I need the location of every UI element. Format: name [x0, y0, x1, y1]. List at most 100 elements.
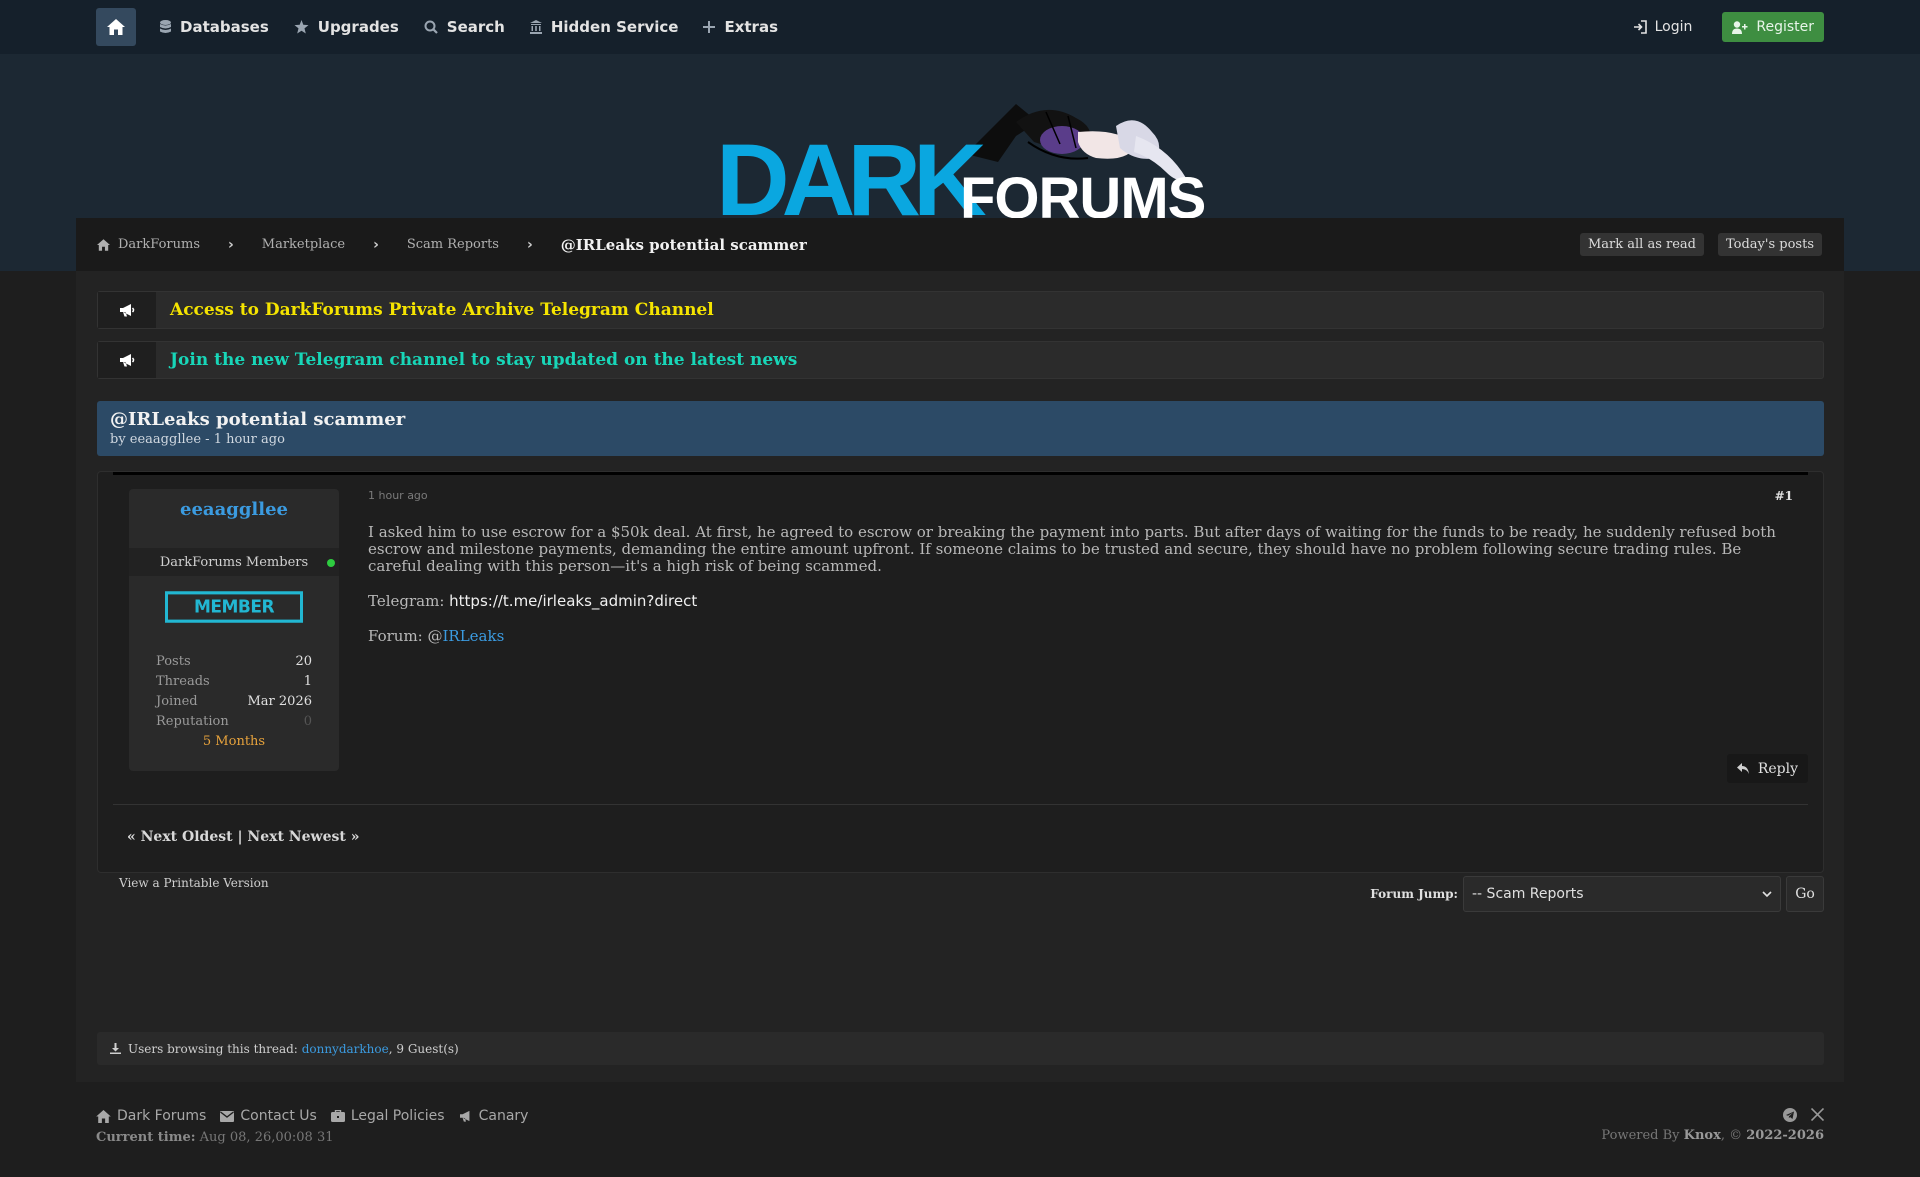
stat-row: Posts 20 [156, 654, 312, 674]
database-icon [160, 20, 171, 33]
breadcrumb-item-marketplace[interactable]: Marketplace [262, 237, 345, 252]
stat-label: Threads [156, 674, 210, 689]
breadcrumb-item-darkforums[interactable]: DarkForums [97, 237, 200, 252]
post-text: I asked him to use escrow for a $50k dea… [368, 523, 1776, 575]
thread-header: @IRLeaks potential scammer by eeaaggllee… [97, 401, 1824, 456]
download-icon [110, 1043, 121, 1054]
footer-link-label: Dark Forums [117, 1108, 207, 1124]
thread-title: @IRLeaks potential scammer [110, 409, 406, 430]
login-label: Login [1654, 19, 1693, 35]
home-icon [96, 1109, 111, 1123]
sign-in-icon [1633, 20, 1647, 34]
member-tenure: 5 Months [202, 734, 266, 749]
footer-link-label: Contact Us [240, 1108, 317, 1124]
nav-hidden-service[interactable]: Hidden Service [529, 18, 678, 36]
post-body: I asked him to use escrow for a $50k dea… [368, 524, 1788, 663]
footer-link-legal-policies[interactable]: Legal Policies [330, 1108, 445, 1124]
login-link[interactable]: Login [1633, 19, 1693, 35]
nav-databases[interactable]: Databases [160, 18, 269, 36]
current-time-label: Current time: [96, 1130, 196, 1145]
chevron-down-icon [1762, 890, 1772, 897]
post-author-panel: eeaaggllee DarkForums Members MEMBER Pos… [129, 489, 339, 771]
breadcrumb-item-scam-reports[interactable]: Scam Reports [407, 237, 499, 252]
forum-label: Forum: @ [368, 627, 443, 645]
star-icon [294, 20, 309, 34]
announcement-bar: Join the new Telegram channel to stay up… [97, 341, 1824, 379]
site-logo[interactable]: DARK FORUMS [716, 92, 1206, 236]
stat-value: Mar 2026 [247, 694, 313, 709]
reputation-value[interactable]: 0 [304, 714, 312, 734]
browsing-text: Users browsing this thread: donnydarkhoe… [128, 1042, 459, 1056]
megaphone-icon [120, 354, 135, 367]
forum-jump-select[interactable]: -- Scam Reports [1463, 876, 1781, 912]
forum-jump-go-button[interactable]: Go [1786, 876, 1824, 912]
stat-label: Reputation [156, 714, 229, 729]
todays-posts-button[interactable]: Today's posts [1718, 233, 1822, 256]
reply-button[interactable]: Reply [1726, 754, 1808, 783]
footer-link-label: Legal Policies [350, 1108, 445, 1124]
stat-row: Reputation 0 [156, 714, 312, 734]
users-browsing-bar: Users browsing this thread: donnydarkhoe… [97, 1032, 1824, 1065]
register-button[interactable]: Register [1722, 12, 1824, 42]
search-icon [424, 20, 438, 34]
footer-link-canary[interactable]: Canary [459, 1108, 529, 1124]
stat-row: Threads 1 [156, 674, 312, 694]
forum-jump: Forum Jump: -- Scam Reports Go [1370, 876, 1824, 912]
nav-extras[interactable]: Extras [703, 18, 778, 36]
current-time-value: Aug 08, 26,00:08 31 [199, 1130, 334, 1145]
site-footer: Dark Forums Contact Us Legal Policies Ca… [96, 1108, 1824, 1145]
breadcrumb: DarkForums › Marketplace › Scam Reports … [76, 218, 1844, 271]
plus-icon [703, 21, 716, 33]
envelope-icon [220, 1110, 235, 1122]
user-plus-icon [1732, 20, 1748, 34]
home-button[interactable] [96, 8, 136, 46]
divider [113, 804, 1808, 805]
announcement-bar: Access to DarkForums Private Archive Tel… [97, 291, 1824, 329]
nav-upgrades[interactable]: Upgrades [294, 18, 399, 36]
telegram-label: Telegram: [368, 592, 450, 610]
telegram-icon[interactable] [1783, 1108, 1797, 1122]
building-icon [529, 20, 542, 34]
breadcrumb-label: DarkForums [118, 237, 200, 252]
telegram-link[interactable]: https://t.me/irleaks_admin?direct [449, 592, 697, 610]
powered-by: Powered By Knox, © 2022-2026 [1601, 1128, 1824, 1143]
megaphone-icon [120, 304, 135, 317]
x-twitter-icon[interactable] [1811, 1108, 1824, 1121]
stat-value: 20 [295, 654, 312, 669]
post-forum-line: Forum: @IRLeaks [368, 628, 1788, 645]
forum-jump-label: Forum Jump: [1370, 887, 1458, 901]
footer-link-dark-forums[interactable]: Dark Forums [96, 1108, 206, 1124]
powered-by-link[interactable]: Knox [1684, 1128, 1721, 1143]
forum-jump-selected: -- Scam Reports [1472, 886, 1584, 902]
top-navbar: Databases Upgrades Search Hidden Service… [0, 0, 1920, 54]
author-username[interactable]: eeaaggllee [129, 499, 339, 520]
footer-link-label: Canary [478, 1108, 529, 1124]
forum-mention-link[interactable]: IRLeaks [443, 627, 505, 645]
thread-meta: by eeaaggllee - 1 hour ago [110, 432, 285, 447]
footer-link-contact-us[interactable]: Contact Us [220, 1108, 317, 1124]
browsing-user-link[interactable]: donnydarkhoe [302, 1042, 389, 1056]
reply-label: Reply [1757, 760, 1798, 777]
nav-label: Extras [724, 18, 779, 36]
home-icon [107, 19, 125, 35]
thread-pager-links[interactable]: « Next Oldest | Next Newest » [127, 829, 359, 845]
stat-value: 1 [303, 674, 312, 689]
nav-label: Upgrades [317, 18, 399, 36]
megaphone-icon [459, 1110, 470, 1122]
chevron-right-icon: › [526, 236, 533, 253]
copyright-years: 2022-2026 [1746, 1128, 1824, 1143]
powered-prefix: Powered By [1601, 1128, 1684, 1143]
announcement-archive-link[interactable]: Access to DarkForums Private Archive Tel… [170, 300, 714, 320]
browsing-label: Users browsing this thread: [128, 1041, 298, 1056]
browsing-guests: , 9 Guest(s) [388, 1041, 459, 1056]
mark-all-read-button[interactable]: Mark all as read [1579, 233, 1704, 256]
nav-search[interactable]: Search [424, 18, 505, 36]
author-stats: Posts 20 Threads 1 Joined Mar 2026 Reputati… [156, 654, 312, 749]
chevron-right-icon: › [373, 236, 379, 253]
home-icon [97, 238, 110, 251]
printable-version-link[interactable]: View a Printable Version [119, 876, 269, 890]
announcement-telegram-link[interactable]: Join the new Telegram channel to stay up… [170, 350, 797, 370]
nav-label: Databases [180, 18, 269, 36]
post-date: 1 hour ago [368, 489, 428, 502]
post-number-link[interactable]: #1 [1775, 489, 1793, 503]
